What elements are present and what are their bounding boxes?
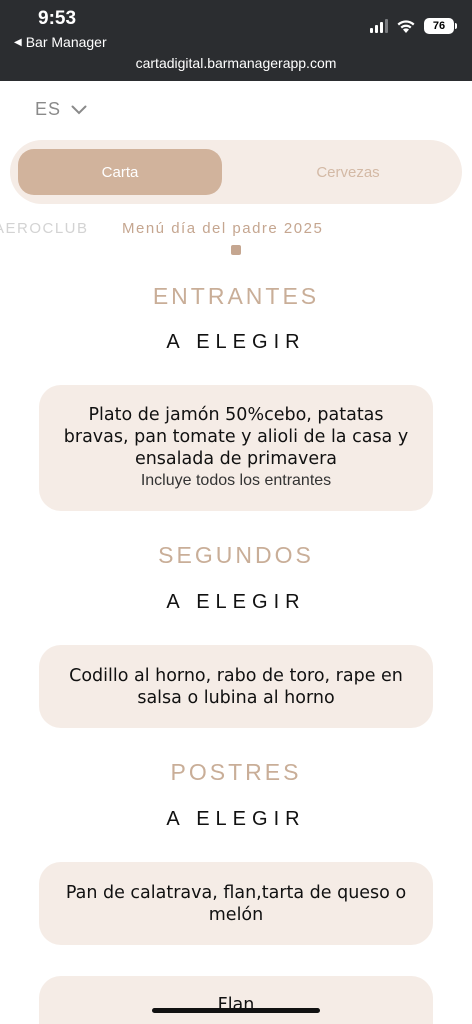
section-title-entrantes: ENTRANTES	[152, 283, 320, 309]
back-triangle-icon: ◀	[14, 36, 22, 48]
section-title-postres: POSTRES	[170, 759, 302, 785]
menu-tabs: Carta Cervezas	[10, 140, 462, 204]
menu-card-text: Pan de calatrava, flan,tarta de queso o …	[65, 882, 407, 925]
submenu-scroller: AEROCLUB Menú día del padre 2025	[0, 220, 472, 242]
back-app-label: Bar Manager	[25, 34, 107, 50]
tab-cervezas[interactable]: Cervezas	[246, 149, 450, 195]
status-time: 9:53	[38, 8, 77, 29]
section-subtitle-postres: A ELEGIR	[166, 808, 306, 830]
language-label: ES	[35, 99, 62, 119]
submenu-item-aeroclub[interactable]: AEROCLUB	[0, 220, 89, 237]
section-subtitle-entrantes: A ELEGIR	[166, 331, 306, 353]
menu-card-flan: Flan	[39, 976, 433, 1024]
battery-level: 76	[432, 20, 446, 32]
submenu-item-dia-del-padre[interactable]: Menú día del padre 2025	[122, 220, 323, 237]
menu-card-note: Incluye todos los entrantes	[140, 472, 332, 489]
signal-icon	[370, 19, 388, 33]
address-bar[interactable]: cartadigital.barmanagerapp.com	[0, 55, 472, 71]
home-indicator[interactable]	[152, 1008, 320, 1013]
menu-card-text: Codillo al horno, rabo de toro, rape en …	[69, 665, 403, 708]
submenu-active-indicator	[231, 245, 241, 255]
menu-card-segundos: Codillo al horno, rabo de toro, rape en …	[39, 645, 433, 728]
battery-icon: 76	[424, 18, 457, 34]
section-subtitle-segundos: A ELEGIR	[166, 591, 306, 613]
language-selector[interactable]: ES	[35, 99, 87, 120]
wifi-icon	[397, 19, 415, 33]
back-to-app-button[interactable]: ◀ Bar Manager	[14, 34, 107, 50]
menu-card-text: Plato de jamón 50%cebo, patatas bravas, …	[63, 405, 409, 469]
chevron-down-icon	[71, 105, 87, 114]
tab-carta[interactable]: Carta	[18, 149, 222, 195]
status-bar: 9:53 ◀ Bar Manager 76 cartadigital.barma…	[0, 0, 472, 81]
menu-card-entrantes: Plato de jamón 50%cebo, patatas bravas, …	[39, 385, 433, 511]
menu-card-postres: Pan de calatrava, flan,tarta de queso o …	[39, 862, 433, 945]
status-icons: 76	[370, 18, 457, 34]
section-title-segundos: SEGUNDOS	[158, 542, 314, 568]
